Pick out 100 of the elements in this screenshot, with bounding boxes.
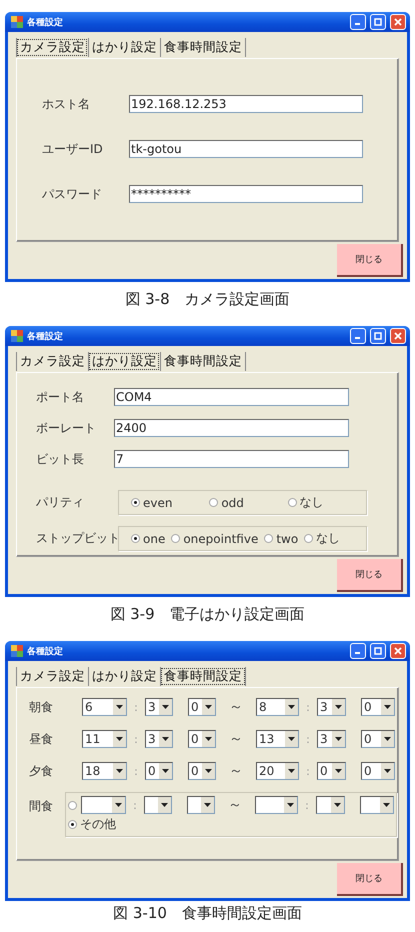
caret-icon [383,803,390,807]
combo-box[interactable]: 6 [82,698,127,716]
window-title: 各種設定 [27,16,64,28]
combo-box[interactable]: 8 [256,698,299,716]
tab[interactable]: 食事時間設定 [160,352,246,371]
minimize-button[interactable] [350,328,366,344]
tab[interactable]: はかり設定 [88,352,160,371]
combo-box[interactable]: 0 [188,762,216,780]
combo-box[interactable]: 0 [317,762,346,780]
tab[interactable]: カメラ設定 [16,38,88,57]
combo-box[interactable]: 3 [145,698,173,716]
caret-icon [288,769,295,773]
text-field[interactable]: COM4 [114,388,349,406]
window-title: 各種設定 [27,330,64,342]
radio-label: even [143,496,172,510]
combo-box[interactable] [316,796,345,814]
combo-box[interactable]: 0 [145,762,173,780]
tab[interactable]: 食事時間設定 [160,38,246,57]
caret-icon [335,737,342,741]
close-icon [394,18,402,26]
maximize-button[interactable] [370,643,386,659]
radio-button[interactable] [288,498,297,507]
maximize-button[interactable] [370,14,386,30]
close-window-button[interactable] [390,14,406,30]
close-button[interactable]: 閉じる [337,863,403,896]
text-field[interactable]: ********** [129,185,363,203]
text-field[interactable]: 7 [114,450,349,468]
combo-box[interactable]: 13 [256,730,299,748]
combo-box[interactable]: 3 [317,698,346,716]
field-label: ユーザーID [42,140,104,158]
radio-label: one [143,532,166,546]
radio-label: two [276,532,298,546]
radio-button[interactable] [171,534,180,543]
radio-button[interactable] [68,800,77,810]
group-label: ストップビット [36,530,118,547]
radio-button[interactable] [264,534,274,543]
radio-button[interactable] [209,498,218,507]
maximize-icon [374,647,382,655]
field-label: ビット長 [36,450,85,468]
field-label: パスワード [42,186,103,202]
close-window-button[interactable] [390,328,406,344]
combo-box[interactable]: 18 [82,762,127,780]
combo-box[interactable]: 0 [361,698,395,716]
meal-label: 夕食 [29,762,54,780]
minimize-button[interactable] [350,643,366,659]
combo-box[interactable]: 20 [256,762,299,780]
radio-label: onepointfive [183,532,258,546]
meal-label: 昼食 [29,730,54,748]
radio-button[interactable] [304,534,314,543]
window-title: 各種設定 [27,645,64,658]
close-button[interactable]: 閉じる [337,559,403,592]
combo-box[interactable]: 3 [317,730,346,748]
minimize-button[interactable] [350,14,366,30]
caret-icon [288,705,295,709]
combo-box[interactable]: 11 [82,730,127,748]
caret-icon [162,769,169,773]
combo-box[interactable] [255,796,298,814]
close-icon [394,647,402,655]
caret-icon [287,803,294,807]
combo-box[interactable] [187,796,215,814]
text-field[interactable]: 192.168.12.253 [129,95,363,113]
caret-icon [384,737,391,741]
maximize-button[interactable] [370,328,386,344]
caret-icon [161,803,168,807]
caret-icon [162,737,169,741]
text-field[interactable]: 2400 [114,419,349,437]
range-mark: ～ [228,698,244,716]
tab[interactable]: 食事時間設定 [160,667,246,686]
caret-icon [384,769,391,773]
combo-box[interactable]: 0 [361,762,395,780]
radio-button[interactable] [131,498,140,507]
figure-caption: 図 3-9 電子はかり設定画面 [109,604,306,625]
field-label: ホスト名 [42,96,91,112]
maximize-icon [374,18,382,26]
time-separator: : [133,764,139,778]
close-button[interactable]: 閉じる [337,244,403,277]
combo-box[interactable] [360,796,394,814]
caret-icon [116,737,123,741]
time-separator: : [305,700,311,714]
caret-icon [334,803,341,807]
figure-caption: 図 3-10 食事時間設定画面 [112,903,303,922]
app-icon [11,645,23,657]
caret-icon [162,705,169,709]
combo-box[interactable]: 3 [145,730,173,748]
close-window-button[interactable] [390,643,406,659]
radio-button[interactable] [68,820,77,829]
combo-box[interactable] [144,796,172,814]
combo-box[interactable] [81,796,126,814]
app-icon [11,16,23,28]
combo-box[interactable]: 0 [188,698,216,716]
combo-box[interactable]: 0 [361,730,395,748]
text-field[interactable]: tk-gotou [129,140,363,158]
caret-icon [384,705,391,709]
combo-box[interactable]: 0 [188,730,216,748]
caret-icon [116,705,123,709]
maximize-icon [374,332,382,340]
tab[interactable]: カメラ設定 [16,667,88,686]
tab[interactable]: はかり設定 [88,38,160,57]
radio-button[interactable] [131,534,140,543]
range-mark: ～ [227,796,243,814]
